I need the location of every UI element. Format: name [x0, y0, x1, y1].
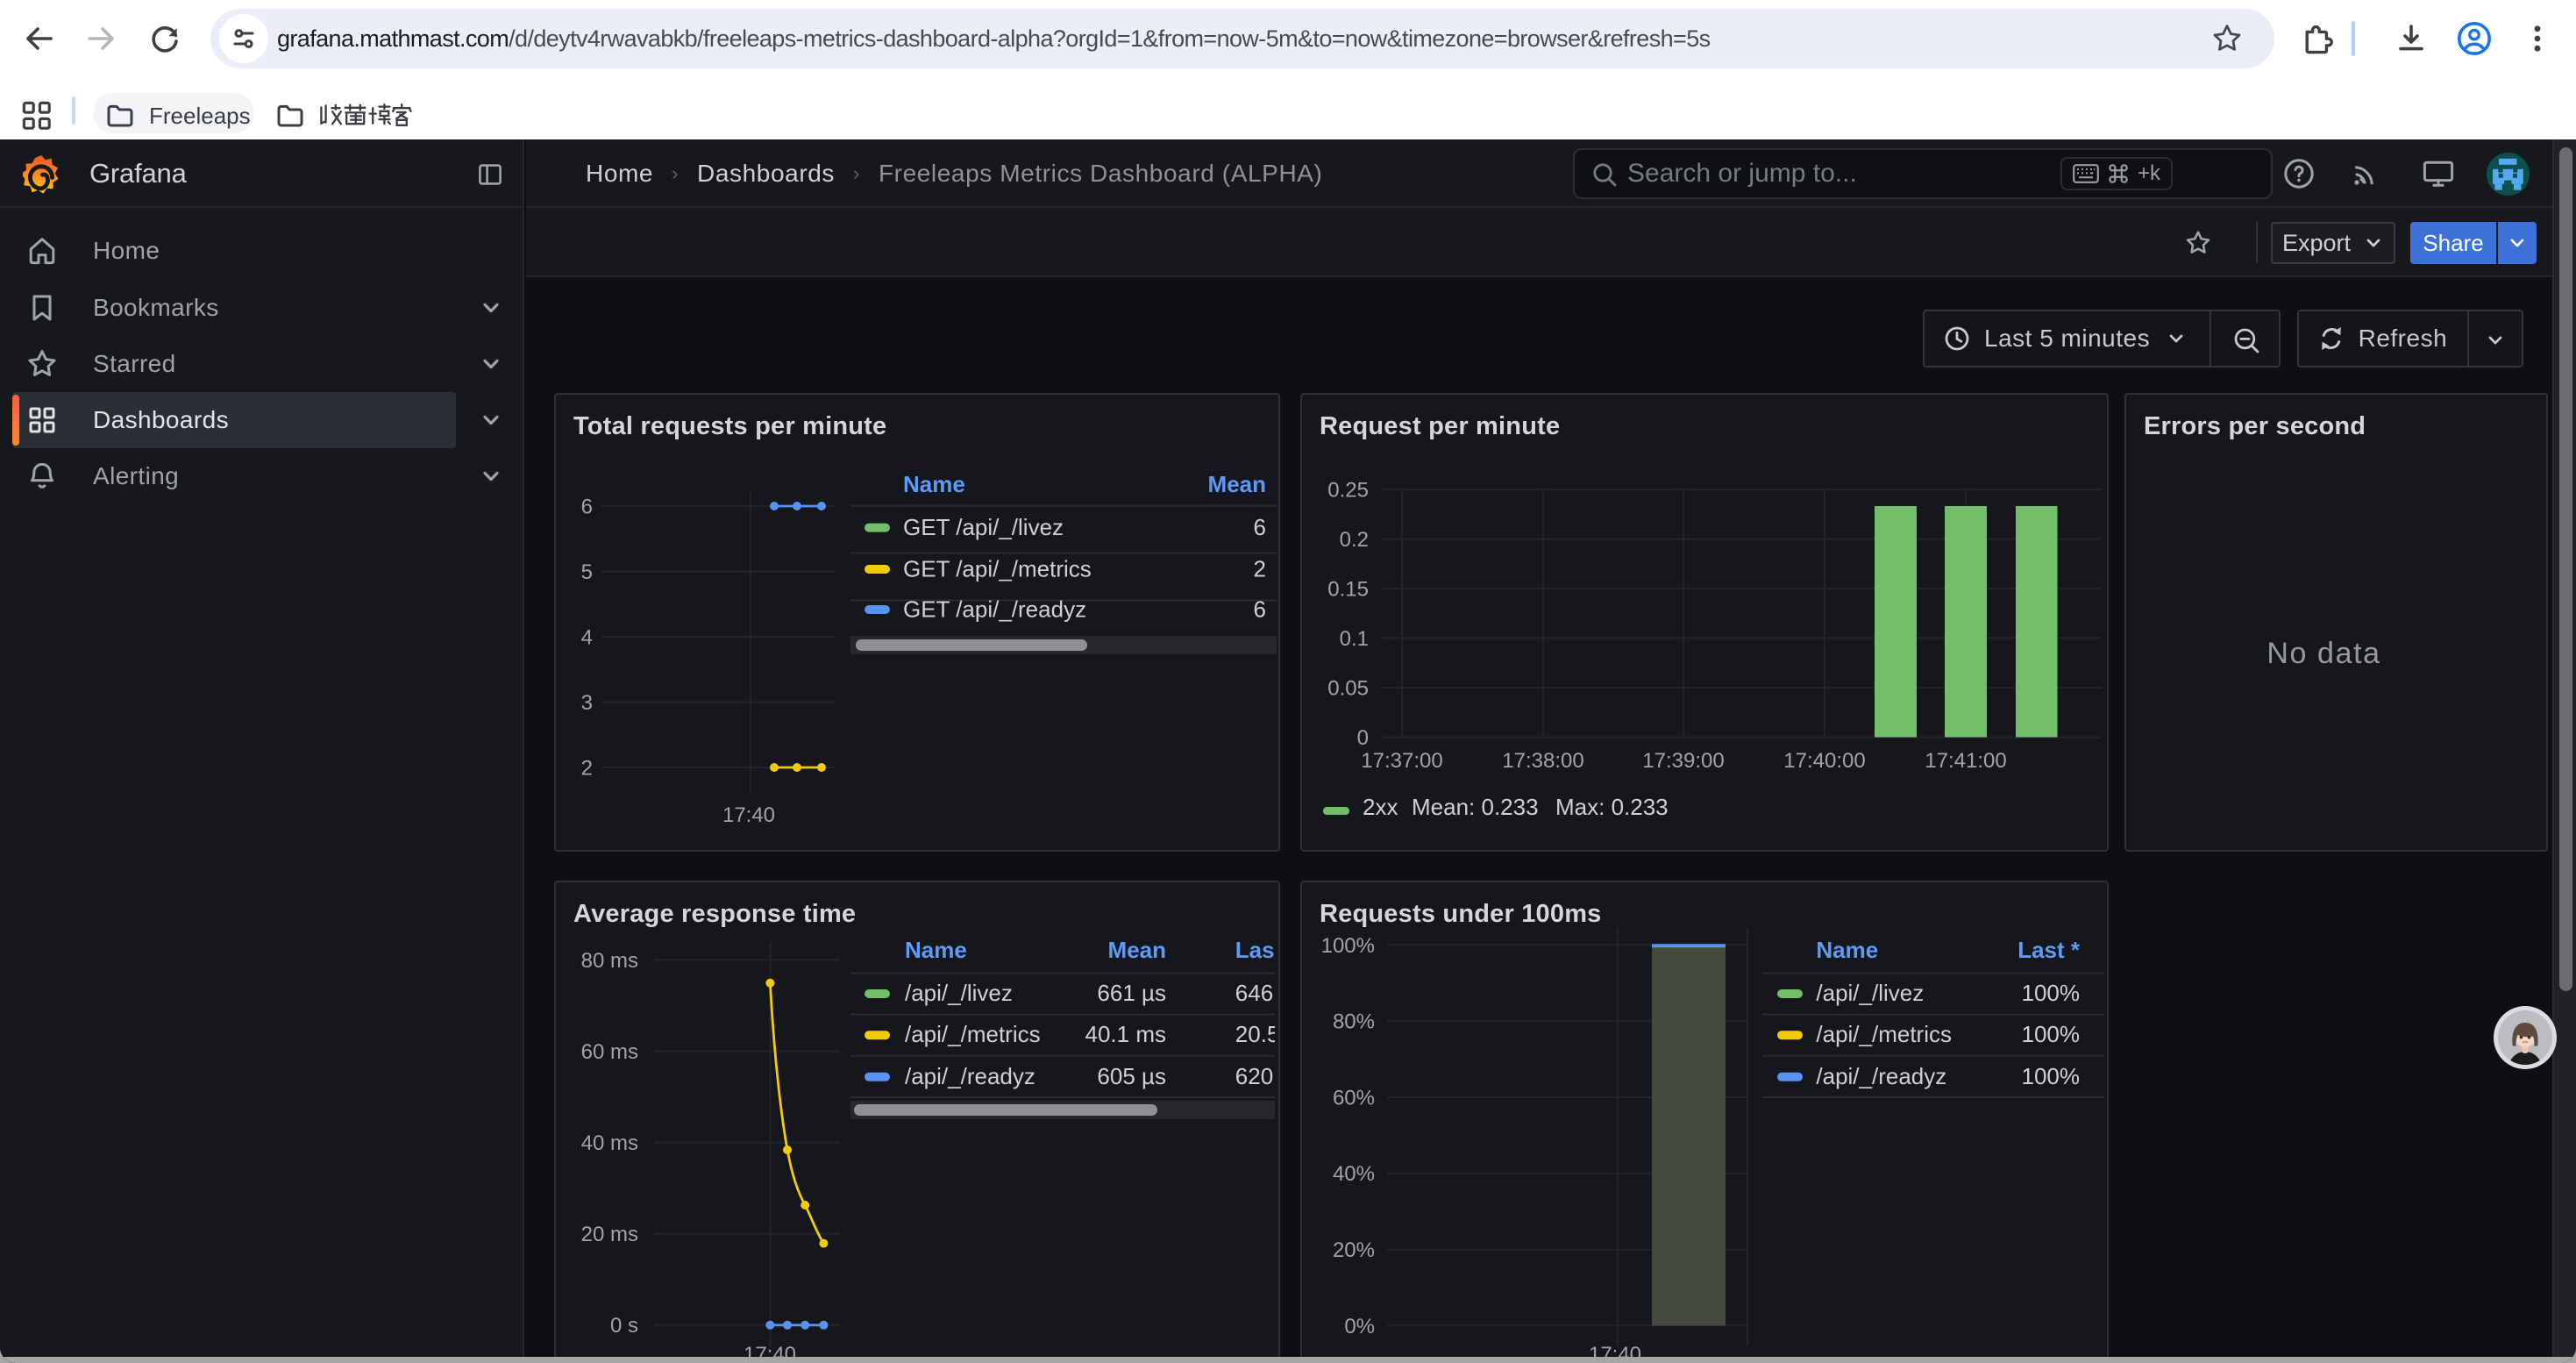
svg-text:6: 6 [581, 495, 593, 518]
svg-text:17:40:00: 17:40:00 [1783, 749, 1865, 773]
svg-text:Name: Name [905, 937, 967, 963]
svg-text:80%: 80% [1333, 1010, 1375, 1033]
svg-text:100%: 100% [2022, 1062, 2081, 1088]
svg-text:/api/_/metrics: /api/_/metrics [905, 1021, 1041, 1047]
svg-text:100%: 100% [1321, 933, 1375, 957]
svg-text:60%: 60% [1333, 1086, 1375, 1110]
svg-text:100%: 100% [2022, 1021, 2081, 1047]
svg-text:Last *: Last * [1235, 937, 1275, 963]
svg-text:17:38:00: 17:38:00 [1502, 749, 1583, 773]
svg-text:6: 6 [1254, 514, 1266, 540]
svg-text:646 µs: 646 µs [1235, 980, 1275, 1006]
svg-text:3: 3 [581, 690, 593, 714]
svg-text:/api/_/readyz: /api/_/readyz [1816, 1062, 1946, 1088]
svg-text:0.15: 0.15 [1327, 577, 1369, 601]
svg-text:0.25: 0.25 [1327, 478, 1369, 502]
svg-text:0.1: 0.1 [1340, 626, 1369, 650]
svg-text:20.5 ms: 20.5 ms [1235, 1021, 1275, 1047]
svg-text:40 ms: 40 ms [581, 1131, 638, 1155]
svg-text:Mean: Mean [1208, 471, 1266, 497]
svg-text:100%: 100% [2022, 980, 2081, 1006]
svg-text:605 µs: 605 µs [1097, 1062, 1166, 1088]
svg-text:661 µs: 661 µs [1097, 980, 1166, 1006]
svg-text:0.2: 0.2 [1340, 527, 1369, 551]
svg-text:20 ms: 20 ms [581, 1223, 638, 1246]
svg-text:GET /api/_/readyz: GET /api/_/readyz [903, 596, 1086, 622]
svg-text:/api/_/metrics: /api/_/metrics [1816, 1021, 1952, 1047]
svg-text:5: 5 [581, 560, 593, 583]
svg-text:Name: Name [1816, 937, 1878, 963]
svg-text:0.05: 0.05 [1327, 676, 1369, 700]
svg-text:/api/_/readyz: /api/_/readyz [905, 1062, 1035, 1088]
svg-text:20%: 20% [1333, 1238, 1375, 1262]
svg-text:GET /api/_/livez: GET /api/_/livez [903, 514, 1064, 540]
svg-text:40.1 ms: 40.1 ms [1085, 1021, 1167, 1047]
svg-text:0: 0 [1357, 725, 1369, 749]
svg-text:80 ms: 80 ms [581, 948, 638, 972]
svg-text:0%: 0% [1344, 1314, 1375, 1338]
svg-text:60 ms: 60 ms [581, 1039, 638, 1063]
svg-text:2xx: 2xx [1363, 794, 1398, 820]
svg-text:4: 4 [581, 625, 593, 649]
svg-text:Max: 0.233: Max: 0.233 [1555, 794, 1669, 820]
svg-text:620 µs: 620 µs [1235, 1062, 1275, 1088]
svg-text:GET /api/_/metrics: GET /api/_/metrics [903, 555, 1092, 582]
svg-text:Mean: 0.233: Mean: 0.233 [1412, 794, 1539, 820]
svg-text:Name: Name [903, 471, 965, 497]
svg-text:2: 2 [581, 756, 593, 780]
svg-text:6: 6 [1254, 596, 1266, 622]
svg-text:0 s: 0 s [610, 1314, 638, 1338]
svg-text:2: 2 [1254, 555, 1266, 582]
svg-text:17:37:00: 17:37:00 [1361, 749, 1442, 773]
svg-text:17:40: 17:40 [722, 803, 775, 827]
svg-text:Last *: Last * [2017, 937, 2081, 963]
svg-text:/api/_/livez: /api/_/livez [905, 980, 1013, 1006]
svg-text:40%: 40% [1333, 1162, 1375, 1186]
svg-text:/api/_/livez: /api/_/livez [1816, 980, 1924, 1006]
svg-text:17:39:00: 17:39:00 [1642, 749, 1724, 773]
svg-text:17:41:00: 17:41:00 [1925, 749, 2006, 773]
svg-text:Mean: Mean [1108, 937, 1166, 963]
